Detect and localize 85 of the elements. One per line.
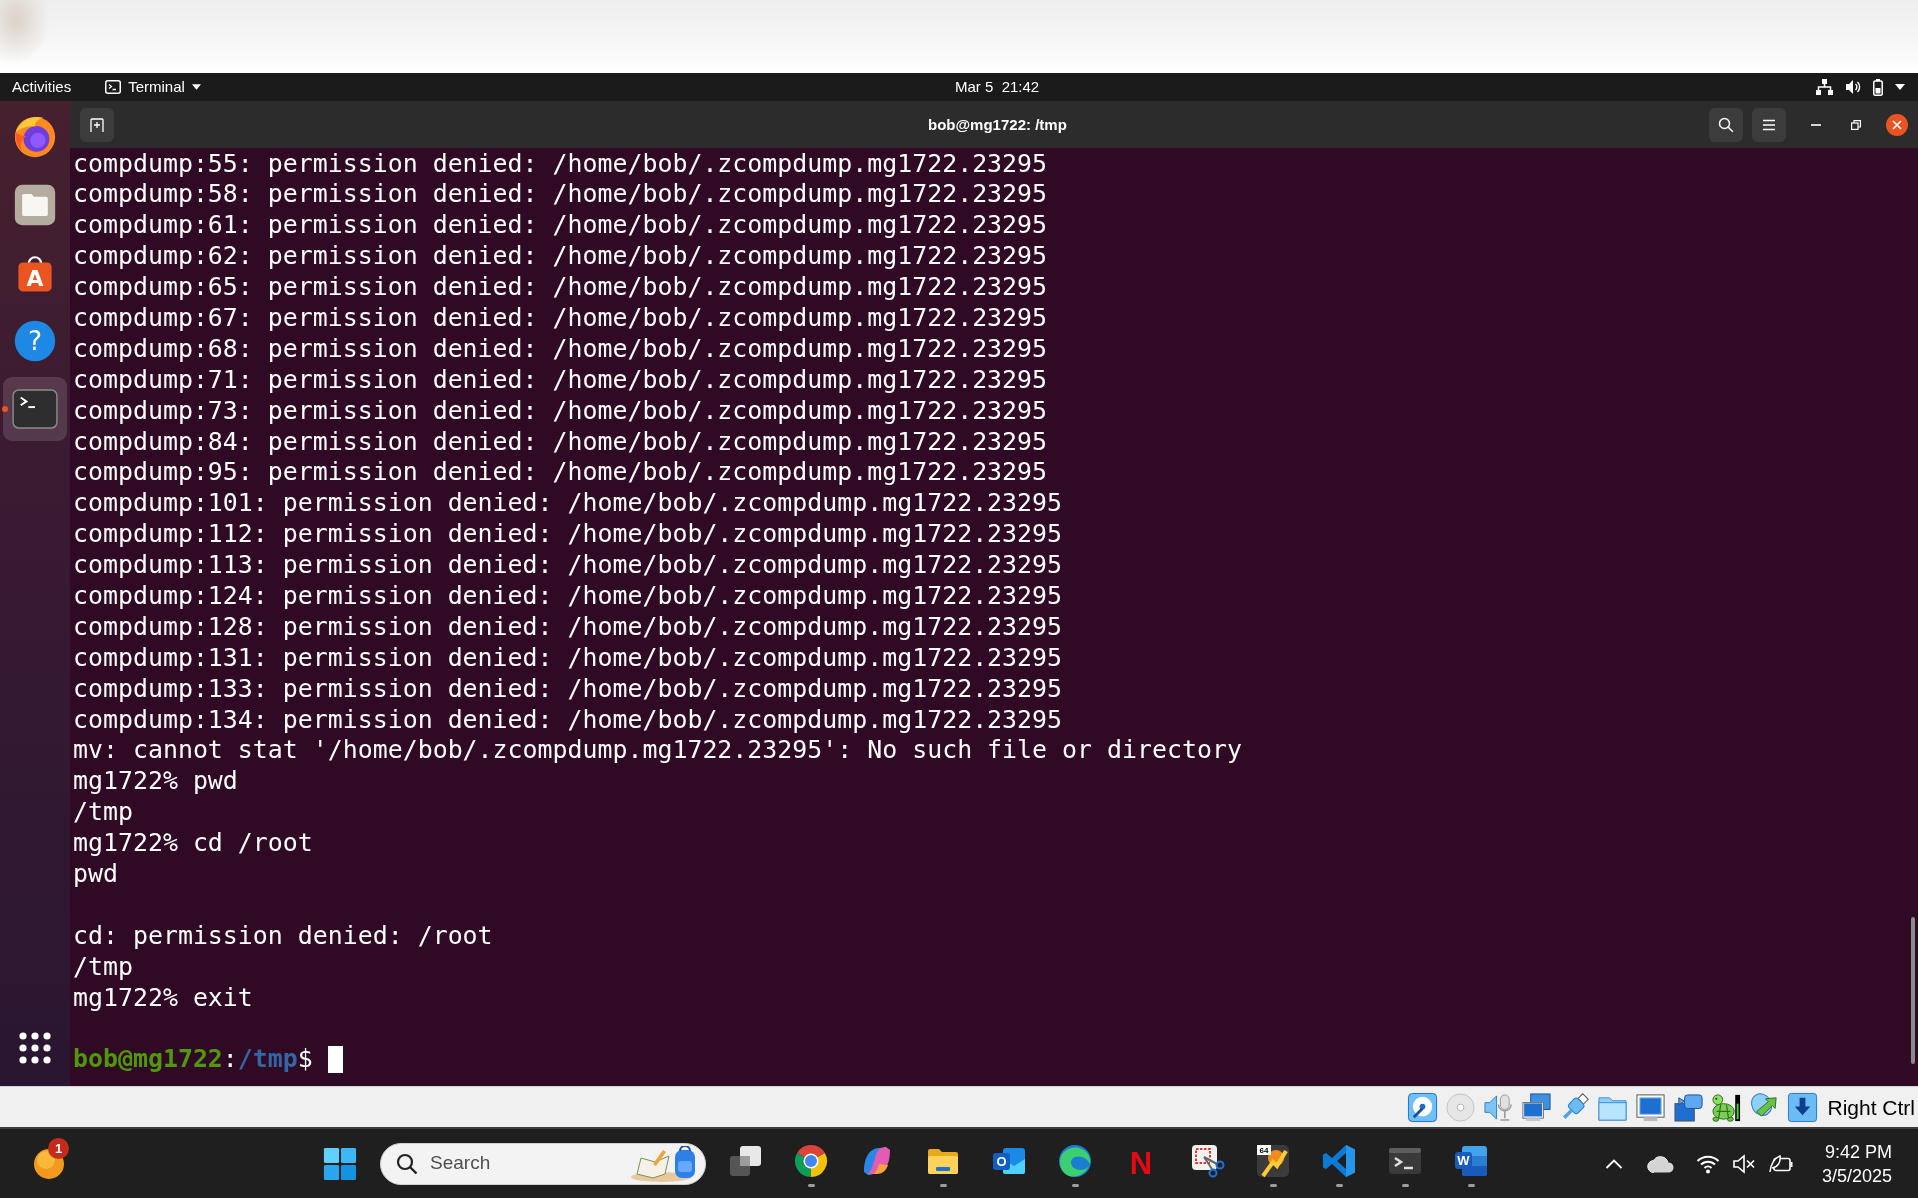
turtle-icon[interactable] — [1711, 1091, 1743, 1123]
terminal-line: compdump:95: permission denied: /home/bob/.zcompdump.mg1722.23295 — [73, 457, 1048, 489]
terminal-line: compdump:101: permission denied: /home/bob/.zcompdump.mg1722.23295 — [73, 488, 1063, 520]
search-icon — [1718, 116, 1734, 133]
minimize-icon — [1811, 123, 1821, 126]
video-camera-icon[interactable] — [1673, 1091, 1705, 1123]
ribbon-icon — [1321, 1142, 1357, 1179]
terminal-line: mg1722% pwd — [73, 766, 238, 798]
dock-item[interactable]: ? — [3, 309, 67, 373]
tab-plus-icon — [89, 116, 105, 133]
scissors-icon — [1189, 1142, 1225, 1179]
terminal-line: compdump:73: permission denied: /home/bob/.zcompdump.mg1722.23295 — [73, 395, 1048, 427]
terminal-line: /tmp — [73, 951, 133, 983]
terminal-line: compdump:58: permission denied: /home/bob/.zcompdump.mg1722.23295 — [73, 179, 1048, 211]
host-key-label: Right Ctrl — [1827, 1096, 1915, 1118]
menu-icon — [1762, 118, 1776, 131]
monitor-icon[interactable] — [1635, 1091, 1667, 1123]
terminal-line: compdump:67: permission denied: /home/bob/.zcompdump.mg1722.23295 — [73, 302, 1048, 334]
folder-icon[interactable] — [13, 183, 57, 227]
caret-icon[interactable] — [1895, 84, 1905, 90]
prompt-separator: : — [222, 1044, 238, 1074]
new-tab-button[interactable] — [80, 107, 114, 142]
terminal-line: compdump:131: permission denied: /home/bob/.zcompdump.mg1722.23295 — [73, 642, 1063, 674]
dock-item[interactable]: A — [3, 241, 67, 305]
round-browser-icon — [793, 1142, 829, 1179]
search-button[interactable] — [1709, 107, 1743, 142]
taskbar-app-button[interactable]: O — [979, 1135, 1039, 1192]
terminal-line: cd: permission denied: /root — [73, 920, 493, 952]
stacked-screens-icon[interactable] — [1521, 1091, 1553, 1123]
clock-button[interactable]: Mar 5 21:42 — [955, 78, 1040, 96]
terminal-line: compdump:134: permission denied: /home/bob/.zcompdump.mg1722.23295 — [73, 704, 1063, 736]
question-mark-icon[interactable]: ? — [13, 319, 57, 363]
caret-icon — [191, 84, 201, 90]
network-icon[interactable] — [1816, 79, 1833, 95]
terminal-line: pwd — [73, 859, 118, 890]
flame-globe-icon[interactable] — [12, 114, 58, 160]
terminal-line: compdump:124: permission denied: /home/bob/.zcompdump.mg1722.23295 — [73, 580, 1063, 612]
app-grid-icon — [19, 1032, 51, 1064]
clock-button[interactable]: 9:42 PM 3/5/2025 — [1813, 1139, 1900, 1188]
start-icon — [323, 1146, 357, 1181]
battery-saver-icon[interactable] — [1767, 1153, 1794, 1174]
terminal-line: compdump:71: permission denied: /home/bob/.zcompdump.mg1722.23295 — [73, 364, 1048, 396]
terminal-line: compdump:84: permission denied: /home/bob/.zcompdump.mg1722.23295 — [73, 426, 1048, 458]
restore-icon — [1851, 119, 1861, 130]
prompt-user-host: bob@mg1722 — [73, 1044, 223, 1074]
taskbar-app-button[interactable]: N — [1111, 1135, 1171, 1192]
wave-circle-icon — [1057, 1142, 1093, 1179]
taskbar-app-button[interactable]: W — [1441, 1135, 1501, 1192]
battery-icon[interactable] — [1873, 78, 1883, 96]
terminal-line: compdump:128: permission denied: /home/bob/.zcompdump.mg1722.23295 — [73, 611, 1063, 643]
chevron-up-icon — [1604, 1158, 1623, 1169]
terminal-line: compdump:55: permission denied: /home/bob/.zcompdump.mg1722.23295 — [73, 148, 1048, 180]
terminal-line: compdump:68: permission denied: /home/bob/.zcompdump.mg1722.23295 — [73, 333, 1048, 365]
taskbar-app-button[interactable]: 64 — [1243, 1135, 1303, 1192]
terminal-line: compdump:113: permission denied: /home/bob/.zcompdump.mg1722.23295 — [73, 550, 1063, 581]
terminal-line: mg1722% cd /root — [73, 828, 313, 859]
activities-button[interactable]: Activities — [0, 78, 84, 96]
close-icon — [1892, 119, 1902, 130]
prompt-path: /tmp — [237, 1044, 298, 1074]
wifi-icon[interactable] — [1695, 1153, 1720, 1174]
scrollbar-thumb[interactable] — [1911, 917, 1915, 1064]
app-tile-icon: 64 — [1255, 1142, 1291, 1179]
search-field[interactable]: Search — [380, 1142, 706, 1185]
muted-speaker-icon[interactable] — [1731, 1153, 1756, 1174]
speaker-microphone-icon[interactable] — [1483, 1091, 1515, 1123]
terminal-line: mg1722% exit — [73, 982, 253, 1014]
search-icon — [396, 1152, 418, 1175]
terminal-line: /tmp — [73, 797, 133, 829]
terminal-icon[interactable] — [12, 389, 58, 429]
terminal-icon — [105, 80, 122, 94]
terminal-line: compdump:61: permission denied: /home/bob/.zcompdump.mg1722.23295 — [73, 210, 1048, 242]
notification-badge: 1 — [48, 1138, 69, 1159]
letter-logo-icon: N — [1123, 1142, 1159, 1179]
speaker-icon[interactable] — [1845, 79, 1861, 95]
terminal-line: compdump:133: permission denied: /home/bob/.zcompdump.mg1722.23295 — [73, 673, 1063, 705]
app-menu-button[interactable]: Terminal — [95, 78, 207, 96]
menu-button[interactable] — [1752, 107, 1786, 142]
terminal-line: compdump:112: permission denied: /home/bob/.zcompdump.mg1722.23295 — [73, 519, 1063, 551]
cloud-icon[interactable] — [1646, 1154, 1675, 1173]
terminal-line: compdump:62: permission denied: /home/bob/.zcompdump.mg1722.23295 — [73, 241, 1048, 273]
terminal-line: compdump:65: permission denied: /home/bob/.zcompdump.mg1722.23295 — [73, 272, 1048, 303]
close-button[interactable] — [1886, 113, 1908, 136]
prompt-symbol: $ — [297, 1044, 313, 1074]
window-title: bob@mg1722: /tmp — [928, 115, 1067, 134]
terminal-line: mv: cannot stat '/home/bob/.zcompdump.mg1722.23295': No such file or directory — [73, 735, 1242, 767]
